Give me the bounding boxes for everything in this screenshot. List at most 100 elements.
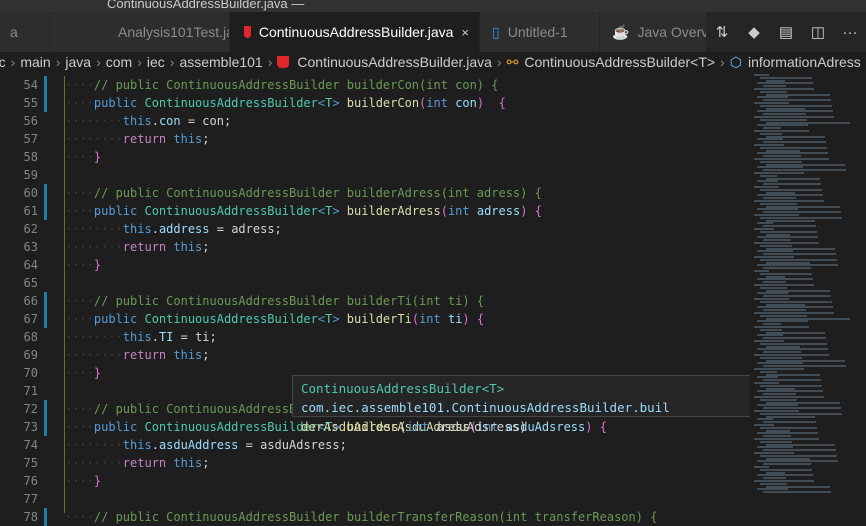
minimap-line xyxy=(760,118,807,121)
minimap-line xyxy=(763,379,821,382)
minimap-line xyxy=(766,359,845,362)
minimap-line xyxy=(760,412,842,415)
minimap-line xyxy=(766,471,785,474)
crumb-main[interactable]: main xyxy=(20,54,50,70)
minimap-line xyxy=(760,76,812,79)
minimap-line xyxy=(760,272,812,275)
minimap[interactable] xyxy=(750,72,866,513)
code-line[interactable]: 68 ········this.TI = ti; xyxy=(0,328,750,346)
crumb-class[interactable]: ContinuousAddressBuilder<T> xyxy=(524,54,715,70)
code-text: ····// public ContinuousAddressB xyxy=(65,402,297,416)
minimap-line xyxy=(754,158,829,160)
minimap-line xyxy=(763,141,826,144)
minimap-line xyxy=(766,247,835,250)
line-number: 75 xyxy=(23,456,38,470)
minimap-line xyxy=(757,418,773,421)
minimap-line xyxy=(757,390,823,393)
tab-untitled-1[interactable]: ▯ Untitled-1 xyxy=(480,12,600,52)
line-number: 59 xyxy=(23,168,38,182)
tab-analysis101test[interactable]: Analysis101Test.java xyxy=(50,12,230,52)
minimap-line xyxy=(760,90,787,93)
code-line[interactable]: 56 ········this.con = con; xyxy=(0,112,750,130)
minimap-line xyxy=(763,393,796,396)
split-editor-icon[interactable]: ◫ xyxy=(802,23,834,41)
crumb-assemble101[interactable]: assemble101 xyxy=(179,54,262,70)
minimap-line xyxy=(757,488,788,491)
tab-a[interactable]: a xyxy=(0,12,50,52)
git-icon[interactable]: ◆ xyxy=(738,23,770,41)
code-editor[interactable]: 54 ····// public ContinuousAddressBuilder… xyxy=(0,76,750,526)
crumb-com[interactable]: com xyxy=(106,54,132,70)
compare-changes-icon[interactable]: ⇅ xyxy=(706,23,738,41)
code-line[interactable]: 62 ········this.address = adress; xyxy=(0,220,750,238)
minimap-line xyxy=(763,435,791,438)
code-line[interactable]: 58 ····} xyxy=(0,148,750,166)
preview-icon[interactable]: ▤ xyxy=(770,23,802,41)
modified-gutter-marker xyxy=(44,400,47,418)
line-number: 70 xyxy=(23,366,38,380)
minimap-line xyxy=(766,415,815,418)
minimap-line xyxy=(760,174,777,177)
code-line[interactable]: 61 ····public ContinuousAddressBuilder<T>… xyxy=(0,202,750,220)
code-line[interactable]: 64 ····} xyxy=(0,256,750,274)
minimap-line xyxy=(754,130,809,132)
minimap-line xyxy=(760,300,832,303)
code-line[interactable]: 55 ····public ContinuousAddressBuilder<T>… xyxy=(0,94,750,112)
crumb-iec[interactable]: iec xyxy=(147,54,165,70)
minimap-line xyxy=(763,127,781,130)
minimap-line xyxy=(754,284,814,286)
line-number: 76 xyxy=(23,474,38,488)
line-number: 57 xyxy=(23,132,38,146)
modified-gutter-marker xyxy=(44,310,47,328)
tab-java-overview[interactable]: ☕ Java Overv xyxy=(600,12,710,52)
code-text: ····// public ContinuousAddressBuilder b… xyxy=(65,294,485,308)
minimap-line xyxy=(754,396,824,398)
minimap-line xyxy=(754,466,769,468)
code-line[interactable]: 59 xyxy=(0,166,750,184)
minimap-line xyxy=(763,267,811,270)
window-title: ContinuousAddressBuilder.java — xyxy=(107,0,305,11)
minimap-line xyxy=(757,194,823,197)
crumb-file[interactable]: ContinuousAddressBuilder.java xyxy=(297,54,492,70)
minimap-line xyxy=(757,348,828,351)
code-line[interactable]: 57 ········return this; xyxy=(0,130,750,148)
line-number: 64 xyxy=(23,258,38,272)
crumb-src[interactable]: rc xyxy=(0,54,6,70)
minimap-line xyxy=(763,99,831,102)
more-actions-icon[interactable]: ··· xyxy=(834,24,866,41)
line-number: 61 xyxy=(23,204,38,218)
code-line[interactable]: 76 ····} xyxy=(0,472,750,490)
minimap-line xyxy=(760,426,817,429)
minimap-line xyxy=(757,376,778,379)
code-text: ········return this; xyxy=(65,240,210,254)
code-line[interactable]: 74 ········this.asduAddress = asduAdsress… xyxy=(0,436,750,454)
modified-gutter-marker xyxy=(44,94,47,112)
minimap-line xyxy=(763,183,821,186)
minimap-line xyxy=(766,317,850,320)
close-icon[interactable]: × xyxy=(461,25,469,40)
code-line[interactable]: 65 xyxy=(0,274,750,292)
tab-continuousaddressbuilder[interactable]: ContinuousAddressBuilder.java × xyxy=(230,12,480,52)
code-line[interactable]: 77 xyxy=(0,490,750,508)
crumb-java[interactable]: java xyxy=(65,54,91,70)
minimap-line xyxy=(757,180,778,183)
tab-label: Java Overv xyxy=(637,24,709,40)
code-line[interactable]: 66 ····// public ContinuousAddressBuilder… xyxy=(0,292,750,310)
code-line[interactable]: 69 ········return this; xyxy=(0,346,750,364)
minimap-line xyxy=(760,230,817,233)
minimap-line xyxy=(754,326,809,328)
code-line[interactable]: 60 ····// public ContinuousAddressBuilder… xyxy=(0,184,750,202)
code-line[interactable]: 67 ····public ContinuousAddressBuilder<T>… xyxy=(0,310,750,328)
code-line[interactable]: 63 ········return this; xyxy=(0,238,750,256)
minimap-line xyxy=(763,337,826,340)
minimap-line xyxy=(766,373,820,376)
minimap-line xyxy=(766,443,835,446)
crumb-field[interactable]: informationAdress xyxy=(748,54,861,70)
minimap-line xyxy=(766,149,800,152)
minimap-line xyxy=(754,200,824,202)
code-line[interactable]: 54 ····// public ContinuousAddressBuilder… xyxy=(0,76,750,94)
code-line[interactable]: 78 ····// public ContinuousAddressBuilder… xyxy=(0,508,750,526)
minimap-line xyxy=(766,303,805,306)
code-line[interactable]: 75 ········return this; xyxy=(0,454,750,472)
tooltip-qualified-name: com.iec.assemble101.ContinuousAddressBui… xyxy=(301,400,670,415)
